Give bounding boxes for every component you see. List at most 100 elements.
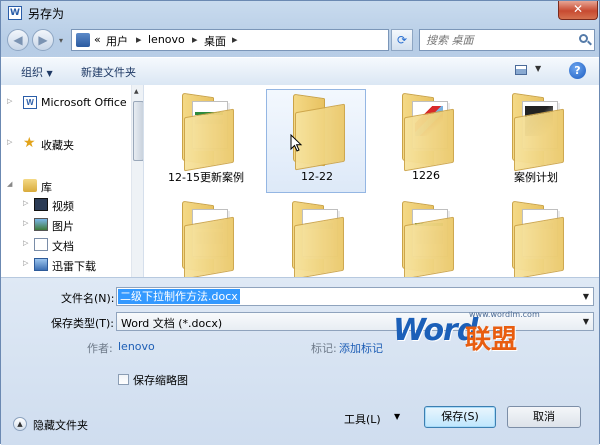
address-box[interactable]: « 用户 ▸ lenovo ▸ 桌面 ▸ ▼ <box>71 29 454 51</box>
breadcrumb-lenovo[interactable]: lenovo <box>148 33 185 46</box>
nav-item-documents[interactable]: ▷ 文档 <box>1 236 141 254</box>
nav-item-microsoft-office[interactable]: ▷ W Microsoft Office <box>1 94 141 112</box>
tools-button[interactable]: 工具(L) <box>344 411 381 427</box>
save-thumbnail-checkbox[interactable] <box>118 374 129 385</box>
expand-arrow-icon[interactable]: ▷ <box>23 219 31 227</box>
close-button[interactable]: ✕ <box>558 1 598 20</box>
folder-item[interactable] <box>266 197 366 277</box>
folder-item[interactable] <box>156 197 256 277</box>
expand-arrow-icon[interactable]: ▷ <box>23 259 31 267</box>
refresh-button[interactable]: ⟳ <box>391 29 413 51</box>
organize-label: 组织 <box>21 66 43 79</box>
folder-item-selected[interactable]: 12-22 <box>266 89 366 193</box>
filename-value: 二级下拉制作方法.docx <box>118 289 240 304</box>
folder-name: 1226 <box>412 169 440 182</box>
back-button[interactable]: ◀ <box>7 29 29 51</box>
word-app-icon: W <box>8 6 22 20</box>
folder-icon <box>508 200 566 277</box>
command-toolbar: 组织 ▼ 新建文件夹 ▼ ? <box>1 57 599 86</box>
file-list: 12-15更新案例 12-22 1226 案例计划 <box>144 85 599 277</box>
breadcrumb-overflow[interactable]: « <box>94 33 101 46</box>
address-bar-row: ◀ ▶ ▾ « 用户 ▸ lenovo ▸ 桌面 ▸ ▼ ⟳ <box>1 25 599 55</box>
title-bar: W 另存为 ✕ <box>1 1 599 25</box>
nav-label: 文档 <box>52 240 74 253</box>
breadcrumb-separator: ▸ <box>136 33 142 46</box>
search-icon[interactable] <box>579 34 588 43</box>
folder-item[interactable]: 案例计划 <box>486 89 586 193</box>
breadcrumb-separator: ▸ <box>232 33 238 46</box>
filename-label: 文件名(N): <box>61 292 115 305</box>
tools-dropdown-icon[interactable]: ▼ <box>394 412 400 421</box>
breadcrumb-desktop[interactable]: 桌面 <box>204 33 226 49</box>
nav-scrollbar[interactable]: ▲ <box>131 85 143 277</box>
filetype-label: 保存类型(T): <box>51 317 115 330</box>
breadcrumb-users[interactable]: 用户 <box>106 33 128 49</box>
mouse-cursor-icon <box>290 134 303 152</box>
navigation-pane: ▷ W Microsoft Office ▷ ★ 收藏夹 ◢ 库 ▷ 视频 ▷ … <box>1 85 144 277</box>
help-icon[interactable]: ? <box>569 62 586 79</box>
author-value[interactable]: lenovo <box>118 340 155 353</box>
new-folder-button[interactable]: 新建文件夹 <box>81 64 136 80</box>
chevron-down-icon: ▼ <box>46 69 53 78</box>
view-icon[interactable] <box>515 65 527 75</box>
nav-item-favorites[interactable]: ▷ ★ 收藏夹 <box>1 135 141 153</box>
save-thumbnail-label: 保存缩略图 <box>133 374 188 387</box>
word-icon: W <box>23 96 37 109</box>
folder-name: 12-15更新案例 <box>168 171 244 184</box>
hide-folders-icon[interactable]: ▲ <box>13 417 27 431</box>
nav-label: 库 <box>41 181 52 194</box>
folder-icon <box>178 200 236 277</box>
folder-icon <box>398 200 456 277</box>
search-input[interactable] <box>426 32 566 48</box>
video-icon <box>34 198 48 211</box>
watermark-url: www.wordlm.com <box>469 310 540 319</box>
filetype-value: Word 文档 (*.docx) <box>121 317 223 330</box>
save-button[interactable]: 保存(S) <box>424 406 496 428</box>
history-dropdown-icon[interactable]: ▾ <box>59 36 69 46</box>
thunder-icon <box>34 258 48 271</box>
folder-icon <box>178 92 236 172</box>
watermark-cn: 联盟 <box>465 325 518 355</box>
hide-folders-button[interactable]: 隐藏文件夹 <box>33 417 88 433</box>
organize-button[interactable]: 组织 ▼ <box>21 64 53 80</box>
folder-item[interactable] <box>486 197 586 277</box>
folder-name: 12-22 <box>301 170 333 183</box>
add-tags-link[interactable]: 添加标记 <box>339 340 383 356</box>
scroll-up-icon[interactable]: ▲ <box>134 88 139 95</box>
view-dropdown-icon[interactable]: ▼ <box>535 64 541 73</box>
nav-label: 图片 <box>52 220 74 233</box>
window-title: 另存为 <box>28 7 65 21</box>
tags-label: 标记: <box>311 342 337 355</box>
expand-arrow-icon[interactable]: ▷ <box>7 97 15 105</box>
wordlm-watermark: Word 联盟 www.wordlm.com <box>393 310 540 355</box>
document-icon <box>34 238 48 251</box>
nav-item-video[interactable]: ▷ 视频 <box>1 196 141 214</box>
nav-label: 迅雷下载 <box>52 260 96 273</box>
folder-location-icon <box>76 33 90 47</box>
save-as-dialog: W 另存为 ✕ ◀ ▶ ▾ « 用户 ▸ lenovo ▸ 桌面 ▸ ▼ ⟳ 组… <box>0 0 600 445</box>
filename-input[interactable]: 二级下拉制作方法.docx ▼ <box>116 287 594 306</box>
nav-label: 视频 <box>52 200 74 213</box>
expand-arrow-icon[interactable]: ▷ <box>23 199 31 207</box>
star-icon: ★ <box>23 135 36 151</box>
forward-button[interactable]: ▶ <box>32 29 54 51</box>
search-box[interactable] <box>419 29 595 51</box>
cancel-button[interactable]: 取消 <box>507 406 581 428</box>
folder-item[interactable]: 12-15更新案例 <box>156 89 256 193</box>
nav-item-thunder-downloads[interactable]: ▷ 迅雷下载 <box>1 256 141 274</box>
folder-item[interactable]: 1226 <box>376 89 476 193</box>
folder-name: 案例计划 <box>514 171 558 184</box>
chevron-down-icon[interactable]: ▼ <box>583 292 589 301</box>
nav-label: Microsoft Office <box>41 96 127 109</box>
nav-item-libraries[interactable]: ◢ 库 <box>1 177 141 195</box>
nav-label: 收藏夹 <box>41 139 74 152</box>
folder-icon <box>288 200 346 277</box>
expand-arrow-icon[interactable]: ▷ <box>7 138 15 146</box>
nav-item-pictures[interactable]: ▷ 图片 <box>1 216 141 234</box>
expand-arrow-icon[interactable]: ▷ <box>23 239 31 247</box>
folder-item[interactable] <box>376 197 476 277</box>
author-label: 作者: <box>87 342 113 355</box>
chevron-down-icon[interactable]: ▼ <box>583 317 589 326</box>
scroll-thumb[interactable] <box>133 101 143 161</box>
collapse-arrow-icon[interactable]: ◢ <box>7 180 15 188</box>
